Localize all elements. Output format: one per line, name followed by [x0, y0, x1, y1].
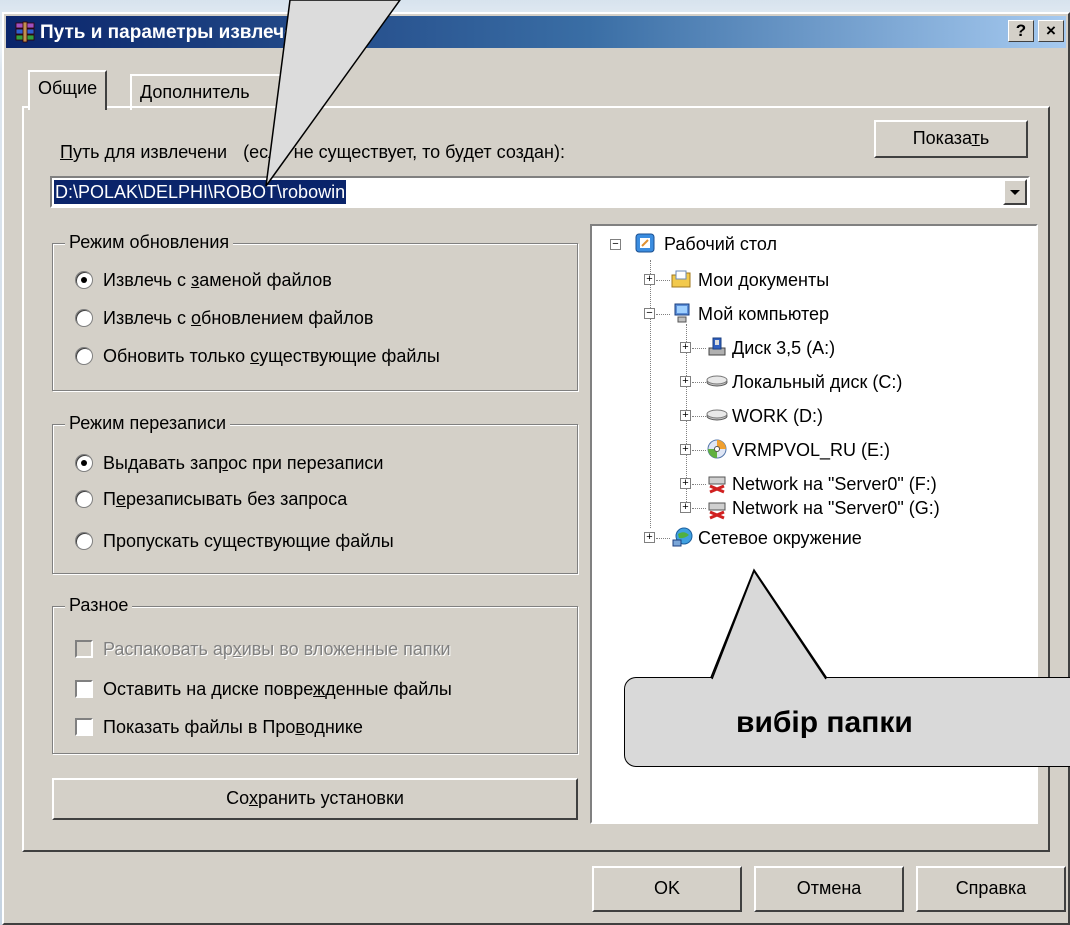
tab-general[interactable]: Общие	[28, 70, 108, 110]
tab-label: Общие	[38, 78, 98, 98]
callout-pointer-bottom	[711, 569, 827, 680]
callout-text: вибір папки	[736, 706, 913, 739]
